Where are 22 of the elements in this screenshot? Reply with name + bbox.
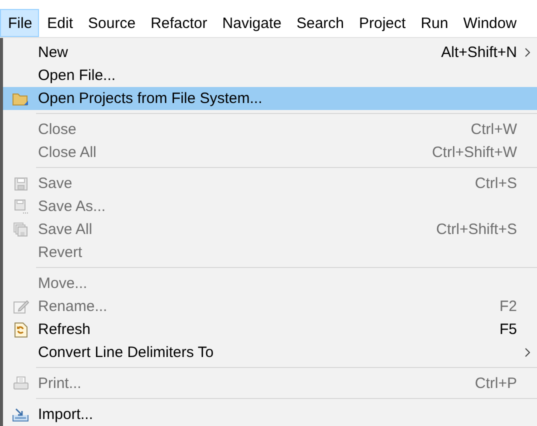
menu-item[interactable]: Refresh F5 [3, 318, 537, 341]
menu-item[interactable]: Open File... [3, 64, 537, 87]
menu-item[interactable]: Convert Line Delimiters To [3, 341, 537, 364]
printer-icon [12, 376, 28, 391]
floppy-disk-icon [14, 199, 28, 214]
menu-bar-item[interactable]: Search [288, 9, 351, 37]
menu-item[interactable]: New Alt+Shift+N [3, 41, 537, 64]
floppy-disks-icon [13, 222, 28, 237]
menu-bar-item[interactable]: File [0, 9, 40, 37]
menu-bar-item[interactable]: Refactor [142, 9, 214, 37]
menu-item[interactable]: Import... [3, 403, 537, 426]
refresh-icon [13, 322, 28, 338]
folder-icon [12, 92, 29, 106]
menu-bar-item[interactable]: Window [455, 9, 524, 37]
menu-bar-item[interactable]: Source [80, 9, 143, 37]
menu-item[interactable]: Open Projects from File System... [3, 87, 537, 110]
menu-bar-item[interactable]: Navigate [214, 9, 288, 37]
menu-bar-item[interactable]: Edit [39, 9, 80, 37]
menu-bar-item[interactable]: Project [351, 9, 413, 37]
pencil-icon [12, 299, 28, 314]
menu-bar-item[interactable]: Run [412, 9, 456, 37]
import-icon [12, 408, 29, 422]
